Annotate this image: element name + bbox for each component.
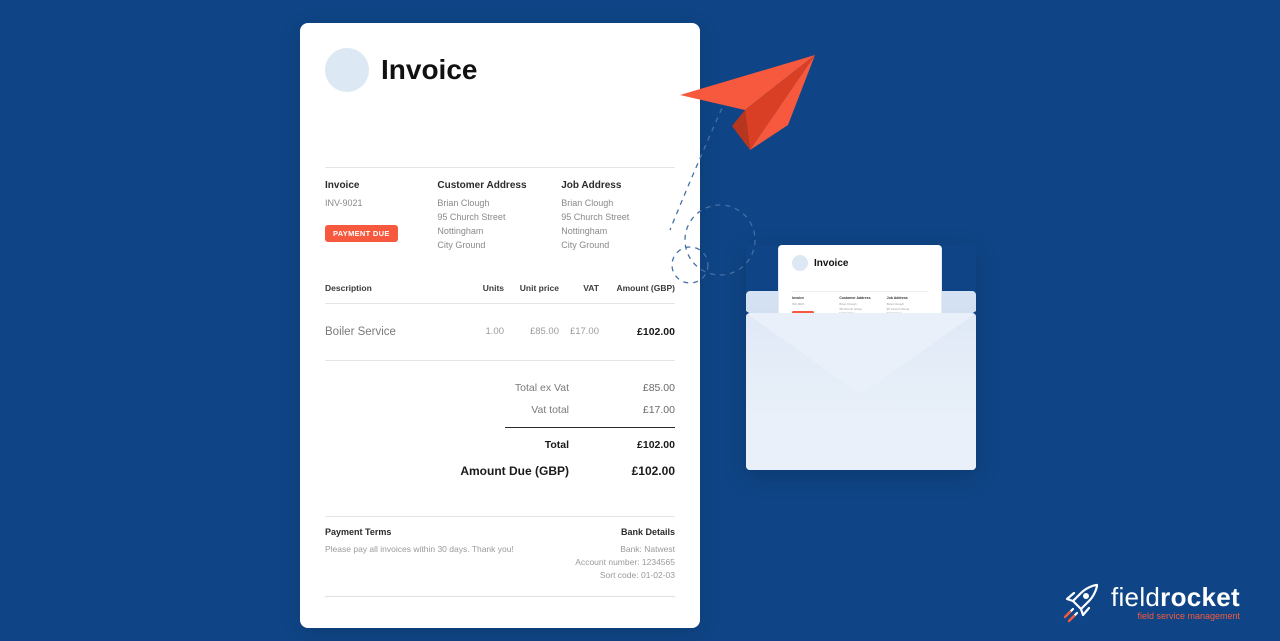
payment-terms: Payment Terms Please pay all invoices wi… [325,527,514,583]
customer-address: Customer Address Brian Clough 95 Church … [437,180,551,253]
td-units: 1.00 [464,326,504,337]
bank-name: Bank: Natwest [575,543,675,556]
bank-details: Bank Details Bank: Natwest Account numbe… [575,527,675,583]
payment-terms-text: Please pay all invoices within 30 days. … [325,543,514,556]
total-divider [505,427,675,428]
divider [325,167,675,168]
amount-due-row: Amount Due (GBP) £102.00 [325,456,675,486]
paper-plane-icon [680,50,820,160]
invoice-section-label: Invoice [325,180,427,191]
invoice-header: Invoice [325,48,675,92]
mini-col2: Customer Address [839,296,880,300]
rocket-icon [1059,579,1103,623]
vat-total-label: Vat total [454,404,569,416]
td-amount: £102.00 [599,326,675,338]
info-section: Invoice INV-9021 PAYMENT DUE Customer Ad… [325,180,675,253]
td-unit-price: £85.00 [504,326,559,337]
customer-address-heading: Customer Address [437,180,551,191]
total-row: Total £102.00 [325,434,675,456]
brand-text: fieldrocket field service management [1111,582,1240,621]
payment-terms-heading: Payment Terms [325,527,514,537]
table-row: Boiler Service 1.00 £85.00 £17.00 £102.0… [325,304,675,361]
brand-name: fieldrocket [1111,582,1240,613]
envelope: Invoice Invoice INV-9021 Customer Addres… [746,245,976,470]
payment-due-badge: PAYMENT DUE [325,225,398,242]
total-ex-vat-row: Total ex Vat £85.00 [325,377,675,399]
table-header: Description Units Unit price VAT Amount … [325,283,675,304]
customer-location: City Ground [437,239,551,253]
account-number: Account number: 1234565 [575,556,675,569]
mini-col3: Job Address [887,296,928,300]
invoice-meta: Invoice INV-9021 PAYMENT DUE [325,180,427,253]
td-vat: £17.00 [559,326,599,337]
totals-block: Total ex Vat £85.00 Vat total £17.00 Tot… [325,377,675,486]
vat-total-value: £17.00 [599,404,675,416]
sort-code: Sort code: 01-02-03 [575,569,675,582]
bank-details-heading: Bank Details [575,527,675,537]
mini-logo [792,255,808,271]
mini-inv-num: INV-9021 [792,302,833,307]
company-logo [325,48,369,92]
invoice-number: INV-9021 [325,197,427,211]
total-value: £102.00 [599,439,675,451]
customer-street: 95 Church Street [437,211,551,225]
td-description: Boiler Service [325,326,464,338]
mini-title: Invoice [814,258,848,269]
total-ex-vat-label: Total ex Vat [454,382,569,394]
customer-name: Brian Clough [437,197,551,211]
invoice-title: Invoice [381,54,477,86]
brand-tagline: field service management [1111,611,1240,621]
envelope-body [746,313,976,470]
th-description: Description [325,283,464,293]
invoice-footer: Payment Terms Please pay all invoices wi… [325,516,675,598]
customer-city: Nottingham [437,225,551,239]
th-units: Units [464,283,504,293]
mini-col1: Invoice [792,296,833,300]
amount-due-value: £102.00 [599,464,675,478]
total-ex-vat-value: £85.00 [599,382,675,394]
th-unit-price: Unit price [504,283,559,293]
amount-due-label: Amount Due (GBP) [414,464,569,478]
total-label: Total [454,439,569,451]
vat-total-row: Vat total £17.00 [325,399,675,421]
th-vat: VAT [559,283,599,293]
envelope-front-flap [746,313,976,470]
brand-logo: fieldrocket field service management [1059,579,1240,623]
